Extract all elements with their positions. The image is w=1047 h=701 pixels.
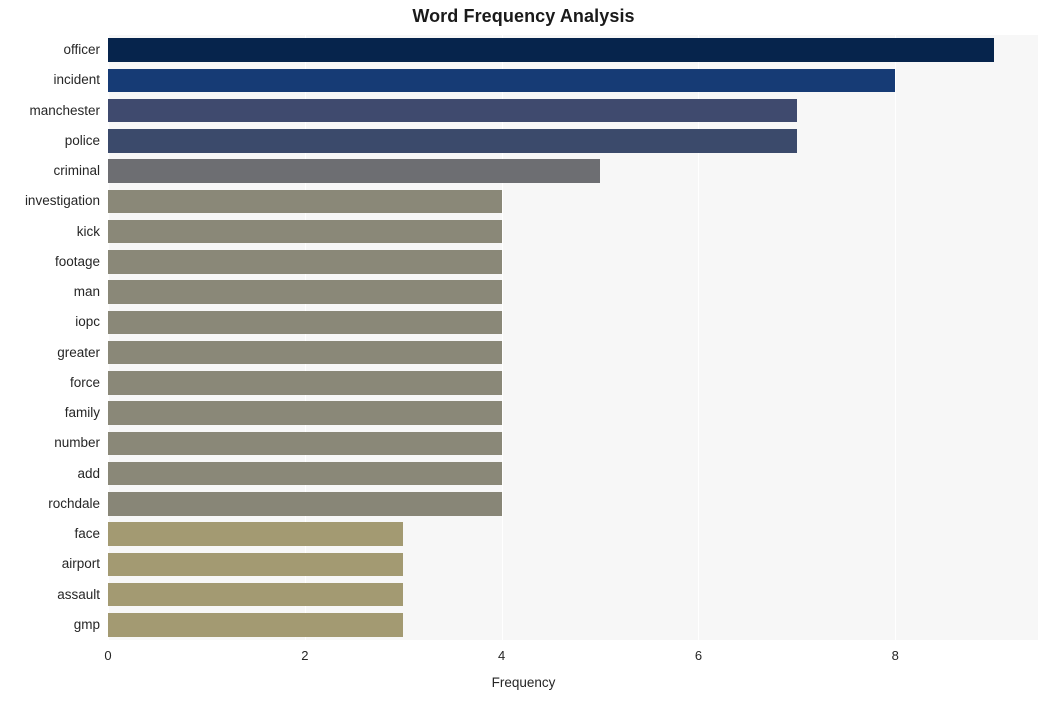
y-tick-label: officer: [63, 42, 100, 58]
bar[interactable]: [108, 492, 502, 516]
bar[interactable]: [108, 371, 502, 395]
y-tick-label: add: [77, 465, 100, 481]
gridline-x-8: [895, 35, 897, 640]
y-tick-label: man: [73, 284, 100, 300]
y-axis-tick-labels: officer incident manchester police criminal i…: [0, 35, 102, 640]
y-tick-label: gmp: [73, 616, 100, 632]
y-tick-label: manchester: [29, 102, 100, 118]
bar[interactable]: [108, 280, 502, 304]
y-tick-label: force: [69, 374, 100, 390]
gridline-x-6: [698, 35, 700, 640]
x-tick-label: 8: [891, 648, 899, 663]
x-axis-title: Frequency: [491, 675, 556, 690]
x-tick-label: 2: [301, 648, 309, 663]
bar[interactable]: [108, 552, 404, 577]
y-tick-label: footage: [54, 253, 100, 269]
y-tick-label: investigation: [24, 193, 100, 209]
bar[interactable]: [108, 340, 502, 365]
bar[interactable]: [108, 461, 502, 486]
word-frequency-chart: Word Frequency Analysis officer incident m…: [0, 0, 1047, 701]
bar[interactable]: [108, 189, 502, 214]
bar[interactable]: [108, 219, 502, 244]
bar[interactable]: [108, 38, 994, 62]
bar[interactable]: [108, 250, 502, 274]
x-tick-label: 0: [104, 648, 112, 663]
y-tick-label: iopc: [75, 314, 100, 330]
bar[interactable]: [108, 401, 502, 425]
x-tick-label: 6: [694, 648, 703, 663]
bar[interactable]: [108, 522, 404, 546]
bar[interactable]: [108, 98, 797, 123]
y-tick-label: assault: [57, 586, 100, 602]
x-axis-tick-labels: 0 2 4 6 8: [0, 648, 1047, 668]
gridline-x-0: [108, 35, 109, 640]
chart-title: Word Frequency Analysis: [412, 6, 635, 26]
gridline-x-2: [304, 35, 306, 640]
bar[interactable]: [108, 310, 502, 335]
gridline-x-4: [501, 35, 503, 640]
bar[interactable]: [108, 613, 404, 637]
y-tick-label: police: [64, 132, 100, 148]
y-tick-label: rochdale: [48, 495, 100, 511]
bar[interactable]: [108, 582, 404, 607]
y-tick-label: face: [74, 526, 100, 542]
y-tick-label: number: [54, 435, 100, 451]
y-tick-label: incident: [53, 72, 100, 88]
bar[interactable]: [108, 68, 896, 93]
bar[interactable]: [108, 159, 601, 183]
bar[interactable]: [108, 129, 797, 153]
y-tick-label: criminal: [53, 163, 100, 179]
y-tick-label: greater: [57, 344, 100, 360]
y-tick-label: family: [64, 405, 100, 421]
plot-area: [108, 35, 1038, 640]
y-tick-label: airport: [61, 556, 100, 572]
y-tick-label: kick: [76, 223, 100, 239]
x-tick-label: 4: [498, 648, 506, 663]
bar[interactable]: [108, 431, 502, 456]
